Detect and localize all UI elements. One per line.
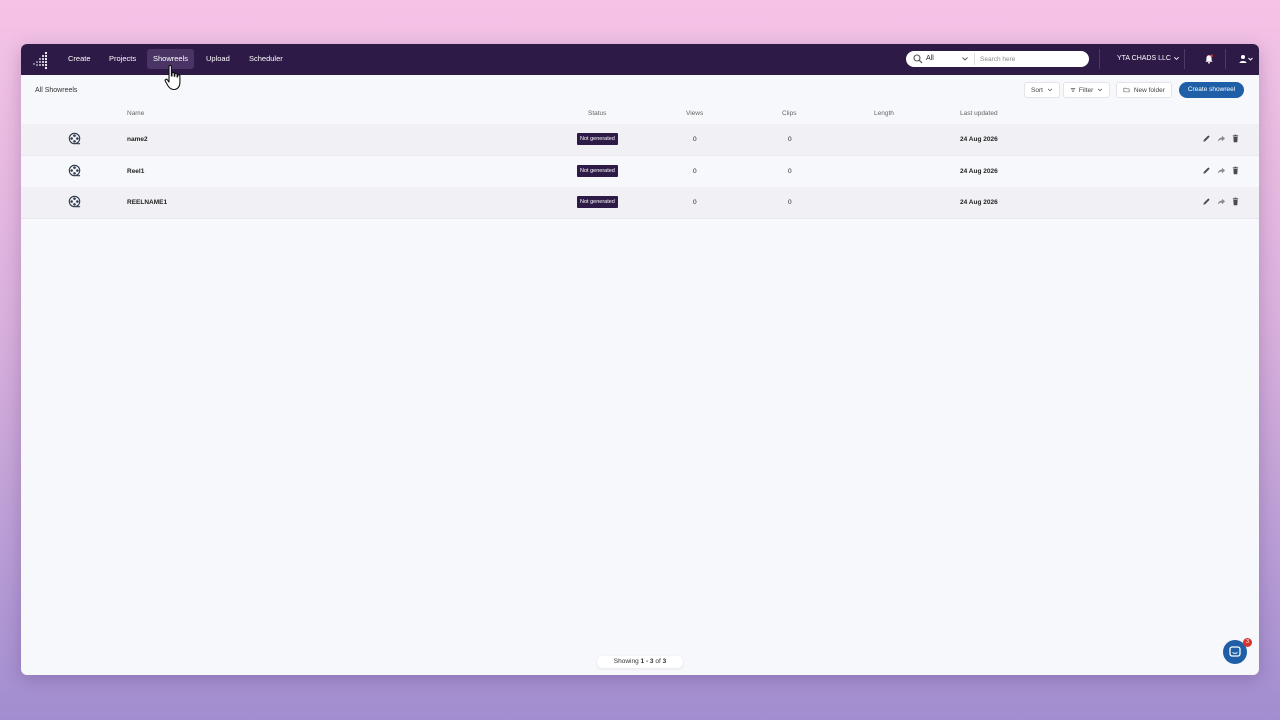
column-header-last-updated[interactable]: Last updated — [960, 110, 998, 117]
row-views: 0 — [693, 168, 697, 175]
logo-icon[interactable] — [31, 50, 51, 70]
notification-bell-icon[interactable] — [1204, 54, 1214, 64]
film-reel-icon — [68, 164, 81, 177]
pager-range: 1 - 3 — [640, 658, 654, 665]
row-name[interactable]: name2 — [127, 124, 148, 155]
search-input[interactable] — [980, 52, 1082, 66]
sort-button[interactable]: Sort — [1024, 82, 1060, 98]
folder-icon — [1123, 88, 1130, 93]
column-header-clips[interactable]: Clips — [782, 110, 796, 117]
pencil-icon[interactable] — [1202, 197, 1211, 206]
filter-label: Filter — [1078, 87, 1094, 94]
topbar-divider — [1184, 49, 1185, 69]
status-badge: Not generated — [577, 165, 618, 177]
trash-icon[interactable] — [1231, 166, 1240, 175]
row-name[interactable]: Reel1 — [127, 156, 144, 187]
new-folder-label: New folder — [1133, 87, 1165, 94]
trash-icon[interactable] — [1231, 134, 1240, 143]
row-views: 0 — [693, 136, 697, 143]
column-header-name[interactable]: Name — [127, 110, 144, 117]
trash-icon[interactable] — [1231, 197, 1240, 206]
topbar-divider — [1099, 49, 1100, 69]
row-last-updated: 24 Aug 2026 — [960, 199, 998, 206]
nav-scheduler[interactable]: Scheduler — [243, 49, 289, 69]
table-row[interactable]: REELNAME1 Not generated 0 0 24 Aug 2026 — [21, 187, 1259, 219]
film-reel-icon — [68, 195, 81, 208]
sort-label: Sort — [1031, 87, 1043, 94]
row-last-updated: 24 Aug 2026 — [960, 136, 998, 143]
pencil-icon[interactable] — [1202, 166, 1211, 175]
chevron-down-icon — [1047, 88, 1052, 92]
top-navigation-bar: Create Projects Showreels Upload Schedul… — [21, 44, 1259, 75]
pager-total: 3 — [662, 658, 667, 665]
pencil-icon[interactable] — [1202, 134, 1211, 143]
search-bar: All — [906, 51, 1089, 67]
share-icon[interactable] — [1217, 166, 1226, 175]
chevron-down-icon — [1173, 56, 1179, 60]
table-row[interactable]: name2 Not generated 0 0 24 Aug 2026 — [21, 124, 1259, 156]
chevron-down-icon[interactable] — [961, 55, 969, 63]
nav-upload[interactable]: Upload — [200, 49, 236, 69]
row-clips: 0 — [788, 136, 792, 143]
status-badge: Not generated — [577, 196, 618, 208]
status-badge: Not generated — [577, 133, 618, 145]
filter-icon — [1070, 88, 1076, 93]
row-views: 0 — [693, 199, 697, 206]
table-row[interactable]: Reel1 Not generated 0 0 24 Aug 2026 — [21, 156, 1259, 188]
pagination-summary: Showing 1 - 3 of 3 — [597, 656, 683, 668]
column-header-views[interactable]: Views — [686, 110, 703, 117]
create-showreel-button[interactable]: Create showreel — [1179, 82, 1244, 98]
app-window: Create Projects Showreels Upload Schedul… — [21, 44, 1259, 675]
search-scope-select[interactable]: All — [926, 51, 934, 67]
page-title: All Showreels — [35, 87, 78, 94]
column-header-length[interactable]: Length — [874, 110, 894, 117]
user-avatar-icon[interactable] — [1238, 54, 1254, 64]
row-clips: 0 — [788, 168, 792, 175]
chevron-down-icon — [1097, 88, 1103, 92]
filter-button[interactable]: Filter — [1063, 82, 1111, 98]
pager-mid: of — [653, 658, 663, 665]
hand-cursor-icon — [164, 64, 181, 91]
search-icon — [913, 54, 923, 64]
organization-selector[interactable]: YTA CHADS LLC — [1117, 52, 1180, 66]
topbar-divider — [1225, 49, 1226, 69]
row-name[interactable]: REELNAME1 — [127, 187, 167, 218]
film-reel-icon — [68, 132, 81, 145]
nav-projects[interactable]: Projects — [103, 49, 142, 69]
nav-create[interactable]: Create — [62, 49, 97, 69]
share-icon[interactable] — [1217, 134, 1226, 143]
column-header-status[interactable]: Status — [588, 110, 606, 117]
row-clips: 0 — [788, 199, 792, 206]
row-last-updated: 24 Aug 2026 — [960, 168, 998, 175]
organization-name: YTA CHADS LLC — [1117, 55, 1171, 62]
chat-notification-badge: 3 — [1243, 638, 1252, 647]
new-folder-button[interactable]: New folder — [1116, 82, 1172, 98]
search-divider — [974, 53, 975, 65]
share-icon[interactable] — [1217, 197, 1226, 206]
pager-prefix: Showing — [613, 658, 641, 665]
